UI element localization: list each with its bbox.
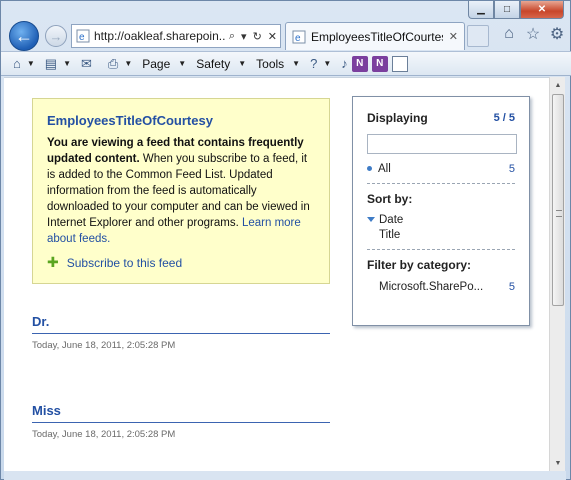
scroll-up-icon[interactable]: ▲ <box>550 77 566 93</box>
entry-title[interactable]: Miss <box>32 403 330 423</box>
address-url[interactable]: http://oakleaf.sharepoin... <box>94 29 226 43</box>
back-button[interactable]: ← <box>9 21 39 51</box>
home-icon[interactable]: ⌂ <box>13 56 21 71</box>
chevron-down-icon[interactable]: ▼ <box>63 59 71 68</box>
ie-page-icon: e <box>292 30 306 44</box>
filter-all-label[interactable]: All <box>378 163 391 175</box>
svg-text:e: e <box>295 33 301 44</box>
chevron-down-icon[interactable]: ▼ <box>124 59 132 68</box>
close-tab-icon[interactable]: ✕ <box>443 30 464 43</box>
sort-date[interactable]: Date <box>367 214 515 226</box>
grid-tool-icon[interactable] <box>391 55 408 72</box>
window-caption-buttons: ▁ □ ✕ <box>468 1 564 20</box>
feed-description: You are viewing a feed that contains fre… <box>47 135 315 247</box>
sort-title[interactable]: Title <box>367 229 515 241</box>
feed-page: EmployeesTitleOfCourtesy You are viewing… <box>4 77 549 471</box>
sort-date-label[interactable]: Date <box>379 214 403 226</box>
print-icon[interactable]: ⎙ <box>108 56 118 72</box>
tab-feed[interactable]: e EmployeesTitleOfCourtesy ✕ <box>285 22 465 50</box>
displaying-label: Displaying <box>367 111 428 125</box>
feed-entry: Miss Today, June 18, 2011, 2:05:28 PM <box>32 403 330 440</box>
page-menu[interactable]: Page <box>142 57 170 71</box>
safety-menu[interactable]: Safety <box>196 57 230 71</box>
ie-page-icon: e <box>76 29 90 43</box>
filter-all[interactable]: All <box>367 163 391 175</box>
close-window-button[interactable]: ✕ <box>520 1 564 19</box>
home-icon[interactable]: ⌂ <box>500 25 518 43</box>
svg-text:e: e <box>79 32 85 43</box>
chevron-down-icon[interactable]: ▼ <box>292 59 300 68</box>
entry-date: Today, June 18, 2011, 2:05:28 PM <box>32 429 176 440</box>
refresh-icon[interactable]: ↻ <box>250 30 265 43</box>
feed-entry: Dr. Today, June 18, 2011, 2:05:28 PM <box>32 314 330 351</box>
grip-icon <box>556 210 562 217</box>
read-mail-icon[interactable]: ✉ <box>81 56 92 72</box>
dropdown-arrow-icon[interactable]: ▾ <box>238 30 250 43</box>
navigation-bar: ← → e http://oakleaf.sharepoin... ⌕ ▾ ↻ … <box>1 19 571 51</box>
tab-title: EmployeesTitleOfCourtesy <box>311 29 443 44</box>
feed-filter-panel: Displaying 5 / 5 All 5 Sort by: Date Tit… <box>352 96 530 326</box>
forward-button[interactable]: → <box>45 25 67 47</box>
filter-category-label: Filter by category: <box>367 258 472 272</box>
status-bar <box>4 471 566 480</box>
entry-date: Today, June 18, 2011, 2:05:28 PM <box>32 340 176 351</box>
minimize-button[interactable]: ▁ <box>468 1 494 19</box>
filter-all-count: 5 <box>508 163 515 175</box>
research-icon[interactable]: ♪ <box>341 56 348 71</box>
scroll-down-icon[interactable]: ▼ <box>550 455 566 471</box>
browser-window: ▁ □ ✕ ← → e http://oakleaf.sharepoin... … <box>0 0 571 480</box>
onenote-icon[interactable]: N <box>351 55 368 72</box>
bullet-icon <box>367 166 372 172</box>
category-count: 5 <box>508 281 515 293</box>
chevron-down-icon[interactable]: ▼ <box>27 59 35 68</box>
favorites-star-icon[interactable]: ☆ <box>524 25 542 43</box>
address-bar[interactable]: e http://oakleaf.sharepoin... ⌕ ▾ ↻ ✕ <box>71 24 281 48</box>
add-favorite-icon: ✚ <box>47 254 59 270</box>
command-bar: ⌂ ▼ ▤ ▼ ✉ ⎙ ▼ Page ▼ Safety ▼ Tools ▼ ? ▼ ♪ N N <box>1 51 571 76</box>
category-item[interactable]: Microsoft.SharePo... <box>367 281 483 293</box>
help-icon[interactable]: ? <box>310 56 317 71</box>
rss-feed-icon[interactable]: ▤ <box>45 56 57 72</box>
chevron-down-icon[interactable]: ▼ <box>238 59 246 68</box>
vertical-scrollbar[interactable]: ▲ ▼ <box>549 77 565 471</box>
new-tab-button[interactable] <box>467 25 489 47</box>
feed-info-box: EmployeesTitleOfCourtesy You are viewing… <box>32 98 330 284</box>
entry-title[interactable]: Dr. <box>32 314 330 334</box>
search-icon[interactable]: ⌕ <box>226 30 238 43</box>
divider <box>367 249 515 250</box>
divider <box>367 183 515 184</box>
subscribe-link[interactable]: ✚ Subscribe to this feed <box>47 254 182 271</box>
subscribe-label[interactable]: Subscribe to this feed <box>67 256 182 270</box>
toolbar-right-icons: ⌂ ☆ ⚙ <box>500 25 566 43</box>
tools-menu[interactable]: Tools <box>256 57 284 71</box>
stop-icon[interactable]: ✕ <box>265 30 280 43</box>
sort-by-label: Sort by: <box>367 192 413 206</box>
gear-icon[interactable]: ⚙ <box>548 25 566 43</box>
chevron-down-icon[interactable]: ▼ <box>323 59 331 68</box>
scroll-thumb[interactable] <box>552 94 564 306</box>
sort-descending-icon <box>367 217 375 223</box>
feed-title: EmployeesTitleOfCourtesy <box>47 113 213 128</box>
feed-search-input[interactable] <box>367 134 517 154</box>
maximize-button[interactable]: □ <box>494 1 520 19</box>
displaying-count: 5 / 5 <box>493 112 515 124</box>
chevron-down-icon[interactable]: ▼ <box>178 59 186 68</box>
onenote-linked-icon[interactable]: N <box>371 55 388 72</box>
